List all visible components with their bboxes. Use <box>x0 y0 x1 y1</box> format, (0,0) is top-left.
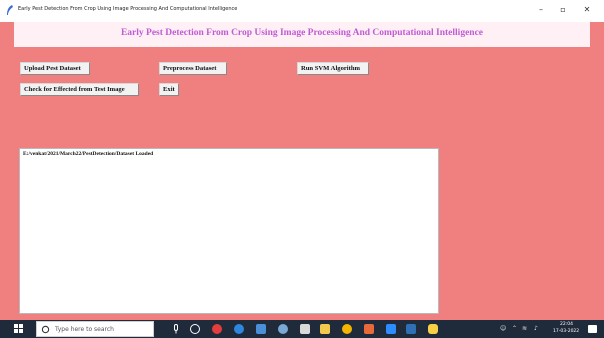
people-icon[interactable]: ☺ <box>500 325 506 332</box>
settings-icon[interactable] <box>278 324 288 334</box>
edge-icon[interactable] <box>234 324 244 334</box>
notes-icon[interactable] <box>300 324 310 334</box>
search-circle-icon <box>41 325 50 334</box>
clock-time[interactable]: 22:04 <box>560 322 573 327</box>
window-title-bar: Early Pest Detection From Crop Using Ima… <box>0 0 604 22</box>
chrome-icon[interactable] <box>342 324 352 334</box>
task-view-icon[interactable] <box>190 324 200 334</box>
preprocess-dataset-button[interactable]: Preprocess Dataset <box>159 62 227 75</box>
mic-icon[interactable] <box>172 324 180 334</box>
feather-icon <box>7 5 13 15</box>
maximize-button[interactable]: ▫ <box>556 4 570 16</box>
windows-start-icon[interactable] <box>14 324 24 334</box>
minimize-button[interactable]: – <box>534 4 548 16</box>
search-placeholder: Type here to search <box>55 326 114 333</box>
output-text-area[interactable]: E:/venkat/2021/March22/PestDetection/Dat… <box>19 148 439 314</box>
run-svm-button[interactable]: Run SVM Algorithm <box>297 62 369 75</box>
clock-date[interactable]: 17-03-2022 <box>553 329 579 334</box>
heading-band: Early Pest Detection From Crop Using Ima… <box>14 22 590 47</box>
network-icon[interactable]: ≋ <box>522 325 527 332</box>
close-button[interactable]: ✕ <box>580 4 594 16</box>
photos-icon[interactable] <box>406 324 416 334</box>
chevron-up-icon[interactable]: ⌃ <box>512 325 517 332</box>
opera-icon[interactable] <box>212 324 222 334</box>
upload-dataset-button[interactable]: Upload Pest Dataset <box>20 62 90 75</box>
store-icon[interactable] <box>256 324 266 334</box>
paint-icon[interactable] <box>364 324 374 334</box>
check-test-image-button[interactable]: Check for Effected from Test Image <box>20 83 139 96</box>
window-title: Early Pest Detection From Crop Using Ima… <box>18 6 238 12</box>
output-line: E:/venkat/2021/March22/PestDetection/Dat… <box>23 151 154 157</box>
notification-icon[interactable] <box>588 325 597 333</box>
mail-icon[interactable] <box>386 324 396 334</box>
taskbar-search-box[interactable]: Type here to search <box>36 321 154 337</box>
python-icon[interactable] <box>428 324 438 334</box>
exit-button[interactable]: Exit <box>159 83 179 96</box>
app-heading: Early Pest Detection From Crop Using Ima… <box>120 28 484 38</box>
taskbar: Type here to search ☺ ⌃ ≋ ♪ 22:04 17-03-… <box>0 320 604 338</box>
volume-icon[interactable]: ♪ <box>534 325 538 332</box>
files-icon[interactable] <box>320 324 330 334</box>
